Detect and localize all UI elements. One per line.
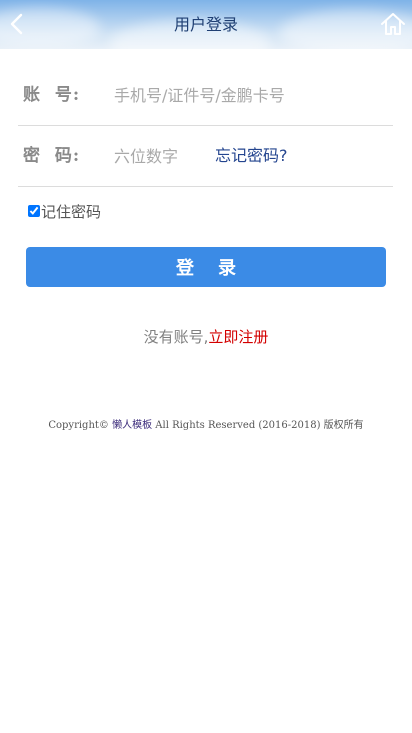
register-prompt: 没有账号,立即注册 [0,326,412,347]
password-input[interactable] [114,142,209,170]
home-button[interactable] [380,11,406,37]
header-bar: 用户登录 [0,0,412,49]
remember-password[interactable]: 记住密码 [28,200,101,222]
footer-link[interactable]: 懒人模板 [112,420,152,431]
footer-copyright: Copyright© 懒人模板 All Rights Reserved (201… [0,416,412,431]
login-page: 用户登录 账 号: 密 码: 忘记密码? 记住密码 登录 没有账号,立即注册 C… [0,0,412,733]
footer-suffix: All Rights Reserved (2016-2018) 版权所有 [152,420,364,431]
account-input[interactable] [114,81,384,109]
register-link[interactable]: 立即注册 [208,328,268,346]
password-label: 密 码: [23,146,81,166]
page-title: 用户登录 [173,15,238,34]
forgot-password-link[interactable]: 忘记密码? [215,126,288,186]
remember-checkbox[interactable] [28,205,40,217]
password-row: 密 码: 忘记密码? [18,126,393,187]
login-button[interactable]: 登录 [26,247,386,287]
register-text: 没有账号, [143,328,209,346]
remember-label: 记住密码 [41,202,102,221]
footer-prefix: Copyright© [48,420,113,431]
account-label: 账 号: [23,85,81,105]
home-icon [381,13,405,35]
account-row: 账 号: [18,65,393,126]
